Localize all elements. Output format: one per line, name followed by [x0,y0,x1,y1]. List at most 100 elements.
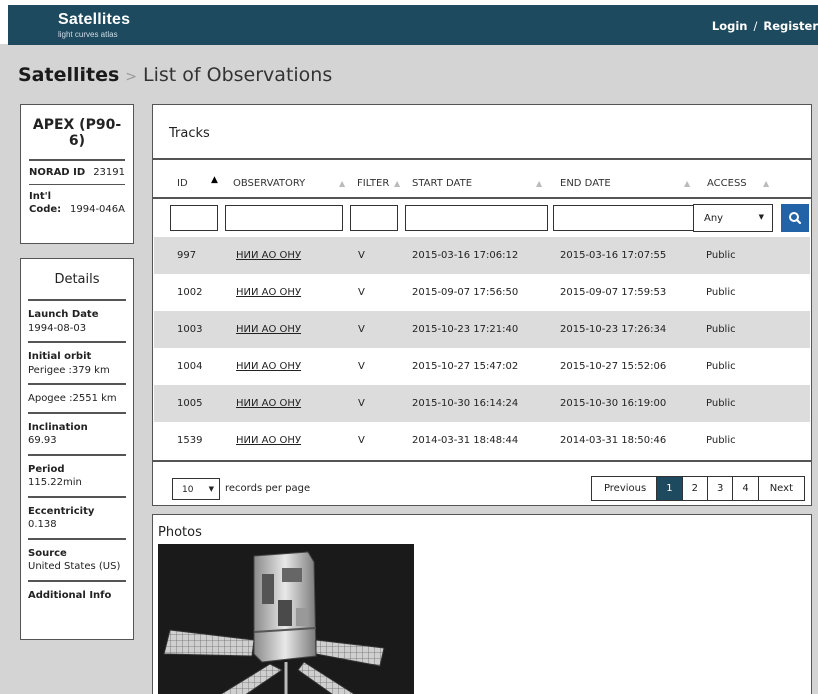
intl-label-2: Code: [29,203,62,215]
tracks-title: Tracks [169,126,210,141]
sort-asc-icon[interactable]: ▲ [211,175,218,185]
cell-access: Public [706,324,736,335]
initial-orbit: Initial orbit Perigee :379 km [28,343,126,385]
intl-code-row: Int'l Code: 1994-046A [29,185,125,216]
photos-panel: Photos [152,514,812,694]
column-header-start-date[interactable]: START DATE [412,178,472,189]
filter-input-observatory[interactable] [225,205,343,231]
sort-icon[interactable]: ▲︎ [763,179,769,188]
column-header-id[interactable]: ID [177,178,188,189]
column-header-filter[interactable]: FILTER [357,178,389,189]
cell-start-date: 2015-09-07 17:56:50 [412,287,519,298]
observatory-link[interactable]: НИИ АО ОНУ [236,324,301,335]
observatory-link[interactable]: НИИ АО ОНУ [236,287,301,298]
table-row[interactable]: 1002 НИИ АО ОНУ V 2015-09-07 17:56:50 20… [154,274,810,311]
cell-filter: V [358,287,365,298]
breadcrumb-root[interactable]: Satellites [18,64,119,86]
table-row[interactable]: 1005 НИИ АО ОНУ V 2015-10-30 16:14:24 20… [154,385,810,422]
filter-input-filter[interactable] [350,205,398,231]
page-button-2[interactable]: 2 [681,477,707,500]
inclination-label: Inclination [28,421,88,433]
cell-access: Public [706,398,736,409]
source-value: United States (US) [28,561,121,572]
norad-label: NORAD ID [29,167,86,178]
access-filter-select[interactable]: Any ▼ [693,204,773,232]
observatory-link[interactable]: НИИ АО ОНУ [236,361,301,372]
pagination: Previous 1 2 3 4 Next [590,476,805,501]
chevron-down-icon: ▼ [758,213,764,221]
perigee-value: Perigee :379 km [28,364,110,376]
page-button-3[interactable]: 3 [706,477,733,500]
apogee-value: Apogee :2551 km [28,393,117,404]
cell-id: 1004 [177,361,203,372]
cell-access: Public [706,250,736,261]
login-link[interactable]: Login [712,19,748,33]
cell-start-date: 2015-10-23 17:21:40 [412,324,519,335]
page-length-label: records per page [225,483,311,494]
table-row[interactable]: 1004 НИИ АО ОНУ V 2015-10-27 15:47:02 20… [154,348,810,385]
cell-end-date: 2014-03-31 18:50:46 [560,435,667,446]
filter-input-id[interactable] [170,205,218,231]
register-link[interactable]: Register [763,19,818,33]
satellite-illustration [163,551,385,694]
additional-info[interactable]: Additional Info [28,582,126,606]
cell-filter: V [358,398,365,409]
apogee: Apogee :2551 km [28,385,126,414]
brand-subtitle: light curves atlas [58,30,118,39]
sort-icon[interactable]: ▲︎ [394,179,400,188]
page-button-1[interactable]: 1 [656,477,682,500]
column-header-access[interactable]: ACCESS [707,178,747,189]
launch-date: Launch Date 1994-08-03 [28,301,126,343]
filter-input-start-date[interactable] [405,205,548,231]
inclination-value: 69.93 [28,435,57,446]
cell-access: Public [706,361,736,372]
filter-input-end-date[interactable] [553,205,695,231]
search-button[interactable] [781,204,809,232]
period-value: 115.22min [28,477,82,488]
column-header-observatory[interactable]: OBSERVATORY [233,178,305,189]
page-title: List of Observations [143,64,333,86]
launch-date-label: Launch Date [28,309,99,320]
additional-info-label: Additional Info [28,589,112,601]
divider [153,460,811,462]
observatory-link[interactable]: НИИ АО ОНУ [236,435,301,446]
tracks-panel: Tracks ID ▲ OBSERVATORY ▲︎ FILTER ▲︎ STA… [152,104,812,506]
search-icon [789,212,802,225]
cell-start-date: 2014-03-31 18:48:44 [412,435,519,446]
sort-icon[interactable]: ▲︎ [684,179,690,188]
table-row[interactable]: 1003 НИИ АО ОНУ V 2015-10-23 17:21:40 20… [154,311,810,348]
initial-orbit-label: Initial orbit [28,351,92,362]
page-button-4[interactable]: 4 [732,477,758,500]
observatory-link[interactable]: НИИ АО ОНУ [236,250,301,261]
details-panel: Details Launch Date 1994-08-03 Initial o… [20,258,134,640]
launch-date-value: 1994-08-03 [28,322,87,334]
divider [153,197,811,199]
table-row[interactable]: 1539 НИИ АО ОНУ V 2014-03-31 18:48:44 20… [154,422,810,459]
period-label: Period [28,463,65,475]
details-title: Details [28,259,126,301]
cell-start-date: 2015-03-16 17:06:12 [412,250,519,261]
cell-end-date: 2015-03-16 17:07:55 [560,250,667,261]
cell-end-date: 2015-10-23 17:26:34 [560,324,667,335]
sort-icon[interactable]: ▲︎ [536,179,542,188]
observatory-link[interactable]: НИИ АО ОНУ [236,398,301,409]
satellite-photo[interactable] [158,544,414,694]
previous-page-button[interactable]: Previous [591,477,657,500]
access-filter-value: Any [704,213,724,224]
cell-id: 1539 [177,435,203,446]
sort-icon[interactable]: ▲︎ [339,179,345,188]
brand[interactable]: Satellites light curves atlas [58,11,130,39]
satellite-card: APEX (P90-6) NORAD ID 23191 Int'l Code: … [20,104,134,244]
cell-filter: V [358,435,365,446]
table-row[interactable]: 997 НИИ АО ОНУ V 2015-03-16 17:06:12 201… [154,237,810,274]
cell-filter: V [358,361,365,372]
next-page-button[interactable]: Next [757,477,804,500]
norad-value: 23191 [93,167,125,178]
cell-filter: V [358,250,365,261]
inclination: Inclination 69.93 [28,414,126,456]
breadcrumb-separator: > [125,69,138,85]
column-header-end-date[interactable]: END DATE [560,178,611,189]
auth-links: Login / Register [712,19,818,33]
page-length-select[interactable]: 10 ▼ [172,478,220,500]
cell-end-date: 2015-10-30 16:19:00 [560,398,667,409]
